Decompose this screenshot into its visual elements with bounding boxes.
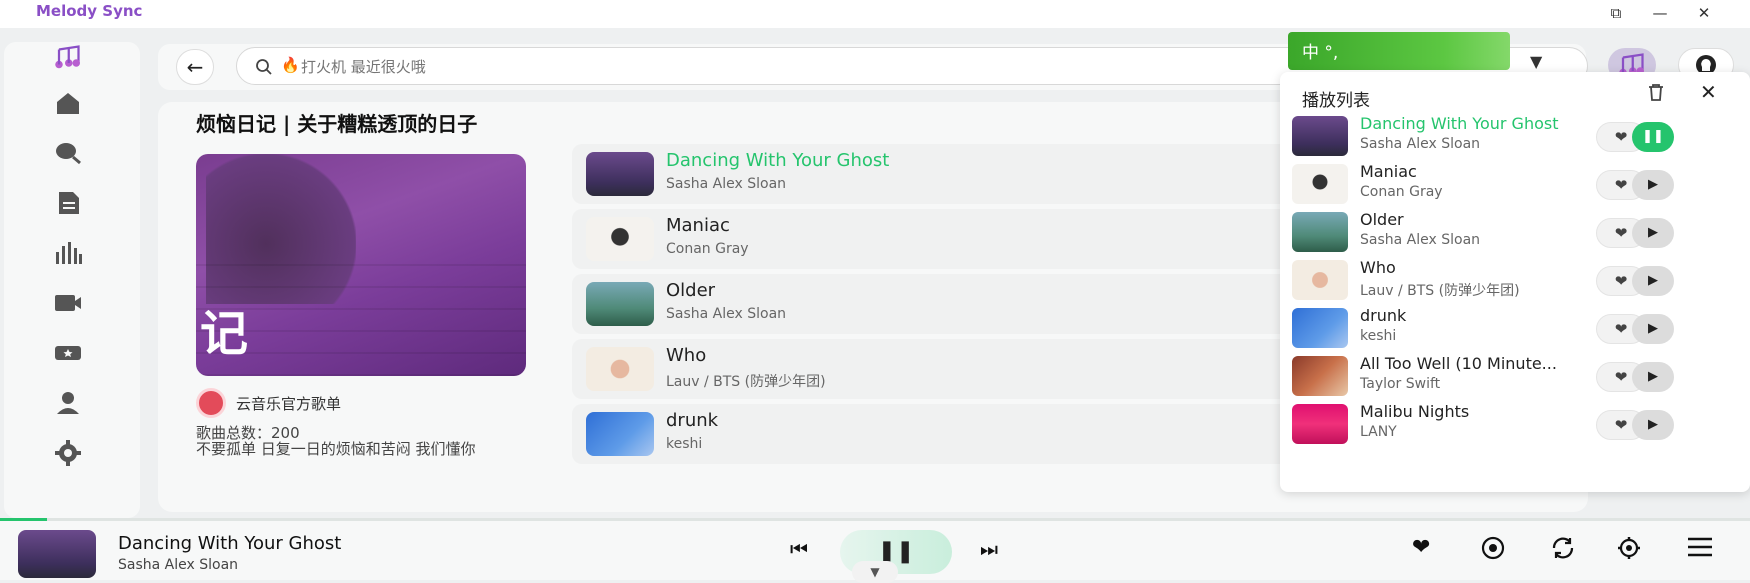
queue-item-artist: Taylor Swift bbox=[1360, 376, 1441, 392]
song-title: drunk bbox=[666, 410, 719, 431]
song-row[interactable]: Maniac Conan Gray bbox=[572, 209, 1312, 269]
playlist-description: 不要孤单 日复一日的烦恼和苦闷 我们懂你 bbox=[196, 440, 476, 458]
minimize-button[interactable]: — bbox=[1648, 3, 1672, 23]
creator-avatar bbox=[196, 388, 226, 418]
queue-panel: 播放列表 ✕ Dancing With Your Ghost Sasha Ale… bbox=[1280, 72, 1750, 492]
file-icon[interactable] bbox=[48, 186, 88, 220]
song-thumb bbox=[586, 152, 654, 196]
song-row[interactable]: Dancing With Your Ghost Sasha Alex Sloan bbox=[572, 144, 1312, 204]
gear-icon[interactable] bbox=[48, 436, 88, 470]
queue-item-artist: LANY bbox=[1360, 424, 1397, 440]
cover-text: 记 bbox=[200, 306, 249, 362]
queue-item[interactable]: Who Lauv / BTS (防弹少年团) ❤ ▶ bbox=[1292, 256, 1742, 304]
queue-thumb bbox=[1292, 260, 1348, 300]
queue-item-artist: Sasha Alex Sloan bbox=[1360, 232, 1481, 248]
song-artist: keshi bbox=[666, 436, 703, 452]
playlist-cover[interactable]: 记 bbox=[196, 154, 526, 376]
song-artist: Sasha Alex Sloan bbox=[666, 176, 787, 192]
queue-thumb bbox=[1292, 308, 1348, 348]
flame-icon: 🔥 bbox=[281, 56, 300, 74]
song-artist: Sasha Alex Sloan bbox=[666, 306, 787, 322]
title-bar: Melody Sync ⧉ — ✕ bbox=[0, 0, 1750, 28]
previous-icon[interactable]: ⏮ bbox=[790, 537, 808, 561]
player-bar: Dancing With Your Ghost Sasha Alex Sloan… bbox=[0, 521, 1750, 583]
pip-icon[interactable]: ⧉ bbox=[1604, 3, 1628, 23]
playlist-title: 烦恼日记 | 关于糟糕透顶的日子 bbox=[196, 112, 478, 136]
play-icon[interactable]: ▶ bbox=[1632, 170, 1674, 200]
queue-item-title: drunk bbox=[1360, 306, 1407, 325]
queue-thumb bbox=[1292, 404, 1348, 444]
queue-item-artist: keshi bbox=[1360, 328, 1397, 344]
queue-item-title: Who bbox=[1360, 258, 1396, 277]
search-input[interactable] bbox=[301, 54, 1301, 80]
song-artist: Lauv / BTS (防弹少年团) bbox=[666, 374, 826, 390]
song-row[interactable]: drunk keshi bbox=[572, 404, 1312, 464]
queue-item-title: All Too Well (10 Minute... bbox=[1360, 354, 1557, 373]
queue-title: 播放列表 bbox=[1302, 91, 1370, 111]
queue-item-title: Older bbox=[1360, 210, 1404, 229]
player-title: Dancing With Your Ghost bbox=[118, 533, 342, 554]
song-title: Who bbox=[666, 345, 707, 366]
queue-item[interactable]: Malibu Nights LANY ❤ ▶ bbox=[1292, 400, 1742, 448]
creator[interactable]: 云音乐官方歌单 bbox=[196, 388, 341, 418]
queue-item[interactable]: Dancing With Your Ghost Sasha Alex Sloan… bbox=[1292, 112, 1742, 160]
song-thumb bbox=[586, 217, 654, 261]
song-artist: Conan Gray bbox=[666, 241, 749, 257]
repeat-icon[interactable] bbox=[1550, 535, 1576, 567]
queue-item-artist: Conan Gray bbox=[1360, 184, 1443, 200]
search-icon bbox=[256, 59, 272, 75]
queue-thumb bbox=[1292, 356, 1348, 396]
queue-item[interactable]: drunk keshi ❤ ▶ bbox=[1292, 304, 1742, 352]
song-title: Older bbox=[666, 280, 716, 301]
settings-icon[interactable] bbox=[1616, 535, 1642, 567]
queue-item-artist: Sasha Alex Sloan bbox=[1360, 136, 1481, 152]
song-title: Maniac bbox=[666, 215, 730, 236]
sidebar bbox=[4, 42, 140, 518]
song-thumb bbox=[586, 412, 654, 456]
heart-icon[interactable]: ❤ bbox=[1412, 535, 1430, 560]
play-icon[interactable]: ▶ bbox=[1632, 362, 1674, 392]
queue-item[interactable]: All Too Well (10 Minute... Taylor Swift … bbox=[1292, 352, 1742, 400]
app-logo-icon[interactable] bbox=[48, 40, 88, 74]
user-icon[interactable] bbox=[48, 386, 88, 420]
queue-item-title: Maniac bbox=[1360, 162, 1417, 181]
song-row[interactable]: Who Lauv / BTS (防弹少年团) bbox=[572, 339, 1312, 399]
player-cover[interactable] bbox=[18, 530, 96, 578]
queue-item-artist: Lauv / BTS (防弹少年团) bbox=[1360, 283, 1520, 299]
queue-item-title: Malibu Nights bbox=[1360, 402, 1470, 421]
queue-item-title: Dancing With Your Ghost bbox=[1360, 114, 1559, 133]
song-thumb bbox=[586, 282, 654, 326]
next-icon[interactable]: ⏭ bbox=[980, 537, 998, 561]
song-row[interactable]: Older Sasha Alex Sloan bbox=[572, 274, 1312, 334]
ticket-icon[interactable] bbox=[48, 336, 88, 370]
player-artist: Sasha Alex Sloan bbox=[118, 557, 239, 573]
menu-icon[interactable] bbox=[1686, 535, 1714, 565]
creator-name: 云音乐官方歌单 bbox=[236, 394, 342, 413]
play-icon[interactable]: ▶ bbox=[1632, 218, 1674, 248]
back-button[interactable]: ← bbox=[176, 49, 214, 85]
home-icon[interactable] bbox=[48, 86, 88, 120]
volume-icon[interactable] bbox=[1480, 535, 1506, 567]
app-title: Melody Sync bbox=[36, 2, 143, 20]
search-icon[interactable] bbox=[48, 136, 88, 170]
ime-indicator: 中 °, bbox=[1288, 32, 1510, 70]
queue-item[interactable]: Maniac Conan Gray ❤ ▶ bbox=[1292, 160, 1742, 208]
song-title: Dancing With Your Ghost bbox=[666, 150, 890, 171]
queue-thumb bbox=[1292, 212, 1348, 252]
song-thumb bbox=[586, 347, 654, 391]
video-icon[interactable] bbox=[48, 286, 88, 320]
play-icon[interactable]: ▶ bbox=[1632, 266, 1674, 296]
queue-thumb bbox=[1292, 116, 1348, 156]
queue-thumb bbox=[1292, 164, 1348, 204]
pause-icon[interactable]: ❚❚ bbox=[1632, 122, 1674, 152]
queue-item[interactable]: Older Sasha Alex Sloan ❤ ▶ bbox=[1292, 208, 1742, 256]
chart-icon[interactable] bbox=[48, 236, 88, 270]
play-icon[interactable]: ▶ bbox=[1632, 410, 1674, 440]
trash-icon[interactable] bbox=[1646, 82, 1666, 107]
close-button[interactable]: ✕ bbox=[1692, 3, 1716, 23]
chevron-down-icon[interactable]: ▼ bbox=[1530, 52, 1542, 71]
play-icon[interactable]: ▶ bbox=[1632, 314, 1674, 344]
close-icon[interactable]: ✕ bbox=[1700, 80, 1717, 104]
